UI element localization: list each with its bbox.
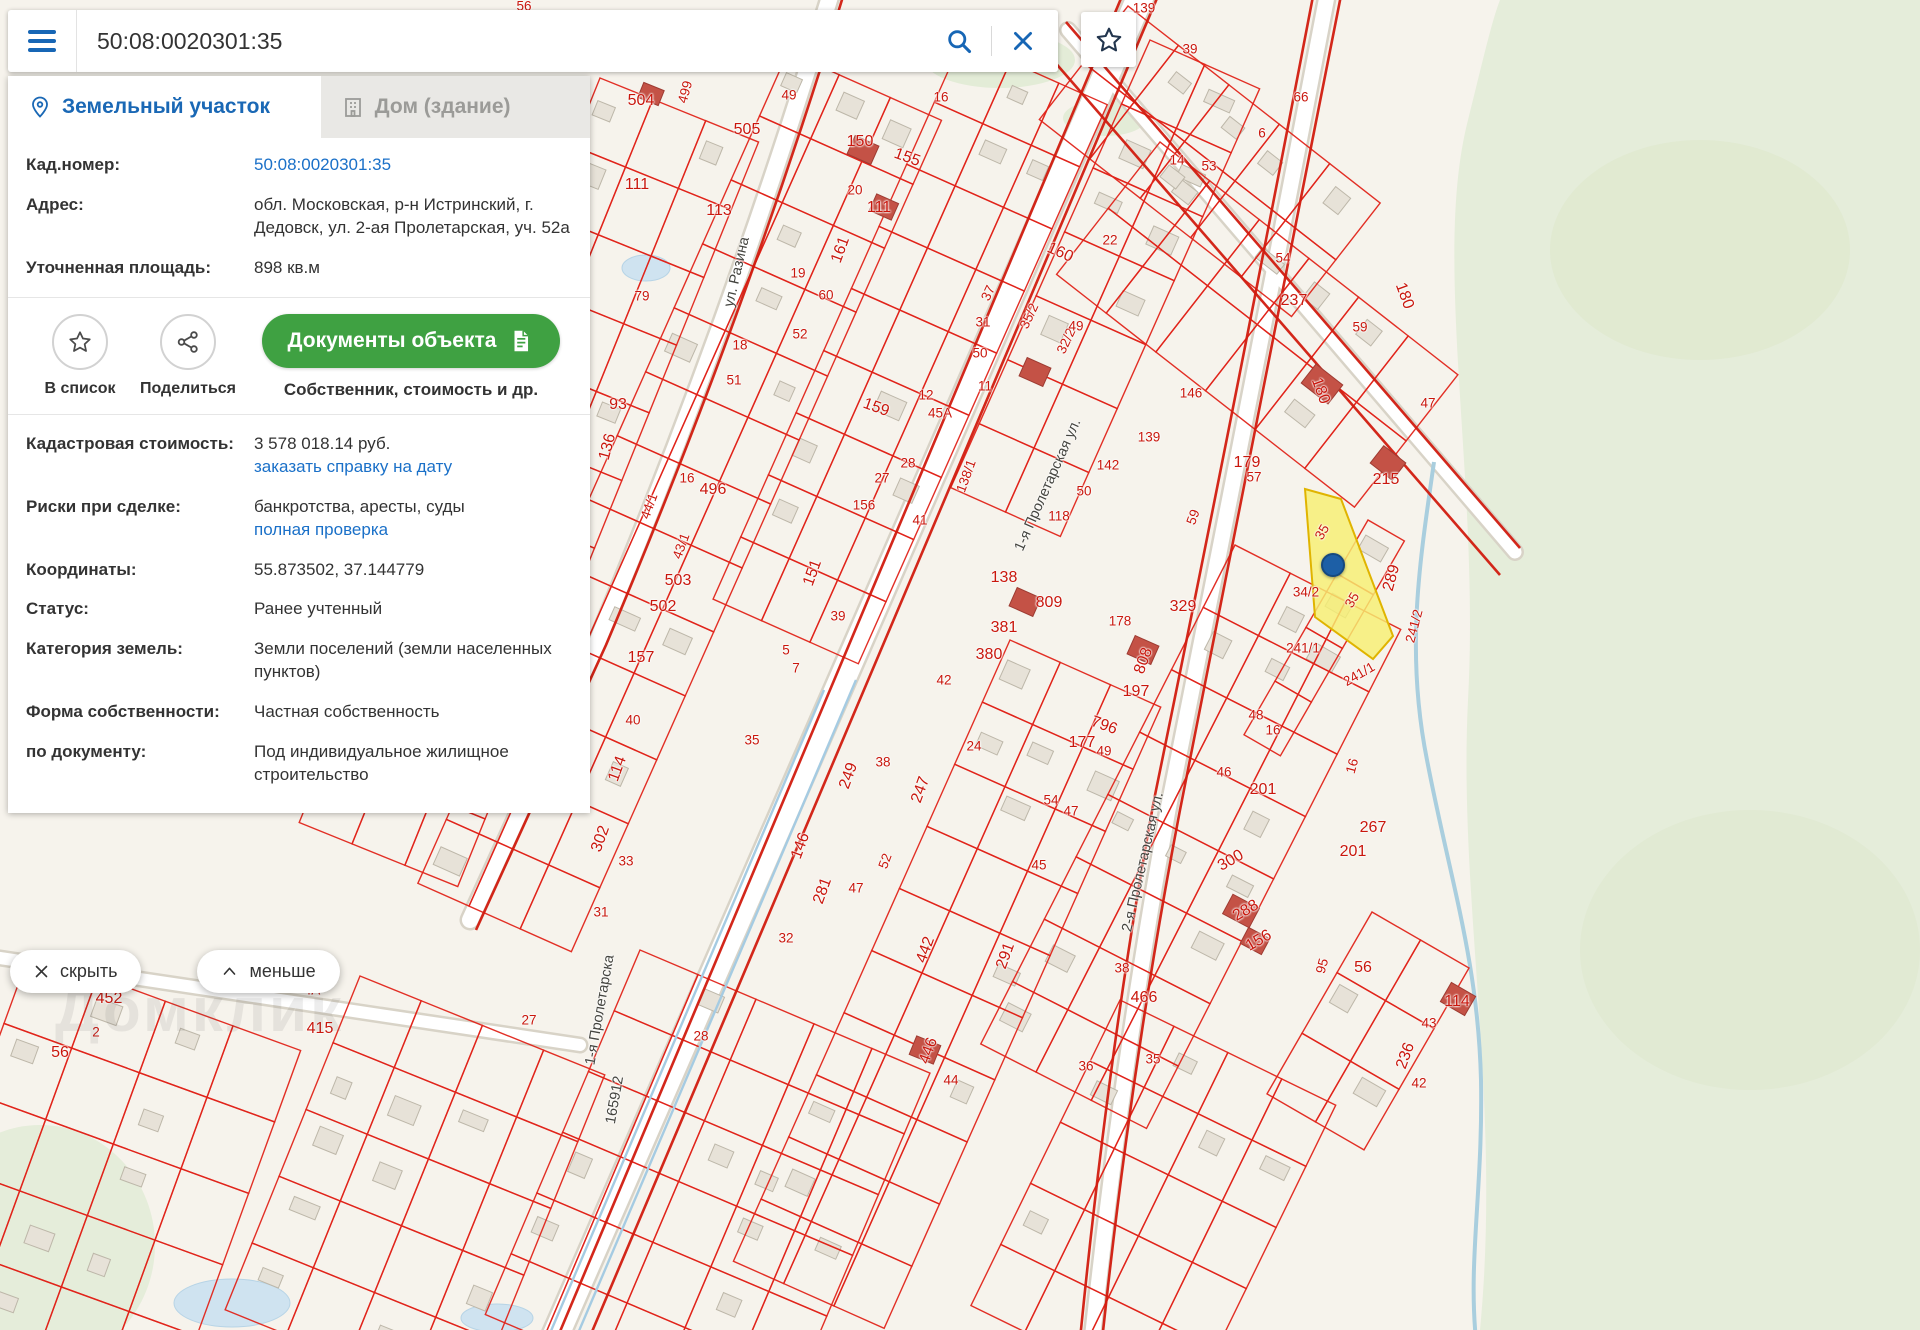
field-coordinates: Координаты: 55.873502, 37.144779 (26, 559, 572, 582)
search-input[interactable] (77, 10, 941, 72)
field-value: банкротства, аресты, суды (254, 496, 572, 519)
field-label: Кадастровая стоимость: (26, 433, 254, 479)
close-icon (34, 964, 49, 979)
search-bar (8, 10, 1058, 72)
field-value: Земли поселений (земли населенных пункто… (254, 638, 572, 684)
field-ownership-form: Форма собственности: Частная собственнос… (26, 701, 572, 724)
field-cadastral-number: Кад.номер: 50:08:0020301:35 (26, 154, 572, 177)
search-icon (945, 27, 973, 55)
documents-subtitle: Собственник, стоимость и др. (284, 380, 538, 400)
tab-building[interactable]: Дом (здание) (321, 76, 590, 138)
search-button[interactable] (941, 23, 977, 59)
actions-row: В список Поделиться (8, 297, 590, 415)
add-to-list-label: В список (44, 380, 115, 398)
tab-land-parcel[interactable]: Земельный участок (8, 76, 321, 138)
field-label: Категория земель: (26, 638, 254, 684)
field-value: Под индивидуальное жилищное строительств… (254, 741, 572, 787)
panel-tabs: Земельный участок Дом (здание) (8, 76, 590, 138)
cadastral-map-app: 5613939666491650449950515015511111320111… (0, 0, 1920, 1330)
field-area: Уточненная площадь: 898 кв.м (26, 257, 572, 280)
field-label: Адрес: (26, 194, 254, 240)
field-cadastral-cost: Кадастровая стоимость: 3 578 018.14 руб.… (26, 433, 572, 479)
collapse-panel-button[interactable]: меньше (197, 950, 339, 993)
panel-body: Кад.номер: 50:08:0020301:35 Адрес: обл. … (8, 138, 590, 813)
document-icon (508, 328, 534, 354)
map-pin-icon (28, 95, 52, 119)
less-label: меньше (249, 961, 315, 982)
field-label: Статус: (26, 598, 254, 621)
clear-search-button[interactable] (1006, 24, 1040, 58)
field-label: Кад.номер: (26, 154, 254, 177)
field-label: Координаты: (26, 559, 254, 582)
tab-label: Земельный участок (62, 95, 270, 119)
share-action: Поделиться (134, 314, 242, 398)
chevron-up-icon (221, 964, 238, 979)
menu-button[interactable] (8, 10, 76, 72)
field-label: Риски при сделке: (26, 496, 254, 542)
full-check-link[interactable]: полная проверка (254, 519, 388, 542)
field-value: 3 578 018.14 руб. (254, 433, 572, 456)
panel-controls: скрыть меньше (10, 950, 340, 993)
field-status: Статус: Ранее учтенный (26, 598, 572, 621)
cost-reference-link[interactable]: заказать справку на дату (254, 456, 452, 479)
add-to-list-action: В список (26, 314, 134, 398)
field-address: Адрес: обл. Московская, р-н Истринский, … (26, 194, 572, 240)
field-deal-risks: Риски при сделке: банкротства, аресты, с… (26, 496, 572, 542)
field-value: Ранее учтенный (254, 598, 572, 621)
star-icon (67, 329, 93, 355)
hide-panel-button[interactable]: скрыть (10, 950, 141, 993)
documents-button-label: Документы объекта (288, 329, 497, 353)
field-value: 898 кв.м (254, 257, 572, 280)
object-documents-button[interactable]: Документы объекта (262, 314, 561, 368)
building-icon (341, 95, 365, 119)
favorites-panel-button[interactable] (1081, 12, 1136, 67)
field-label: Форма собственности: (26, 701, 254, 724)
close-icon (1010, 28, 1036, 54)
field-label: Уточненная площадь: (26, 257, 254, 280)
selected-parcel-marker (1321, 553, 1345, 577)
field-label: по документу: (26, 741, 254, 787)
cadastral-number-link[interactable]: 50:08:0020301:35 (254, 154, 391, 177)
field-land-category: Категория земель: Земли поселений (земли… (26, 638, 572, 684)
field-by-document: по документу: Под индивидуальное жилищно… (26, 741, 572, 787)
share-button[interactable] (160, 314, 216, 370)
parcel-info-panel: Земельный участок Дом (здание) Кад.номер… (8, 76, 590, 813)
add-to-list-button[interactable] (52, 314, 108, 370)
tab-label: Дом (здание) (375, 95, 511, 119)
field-value: обл. Московская, р-н Истринский, г. Дедо… (254, 194, 572, 240)
divider (991, 26, 992, 56)
field-value: Частная собственность (254, 701, 572, 724)
share-label: Поделиться (140, 380, 236, 398)
share-icon (175, 329, 201, 355)
hide-label: скрыть (60, 961, 117, 982)
star-icon (1094, 25, 1124, 55)
field-value: 55.873502, 37.144779 (254, 559, 572, 582)
menu-icon (28, 30, 56, 34)
documents-action: Документы объекта Собственник, стоимость… (242, 314, 572, 400)
